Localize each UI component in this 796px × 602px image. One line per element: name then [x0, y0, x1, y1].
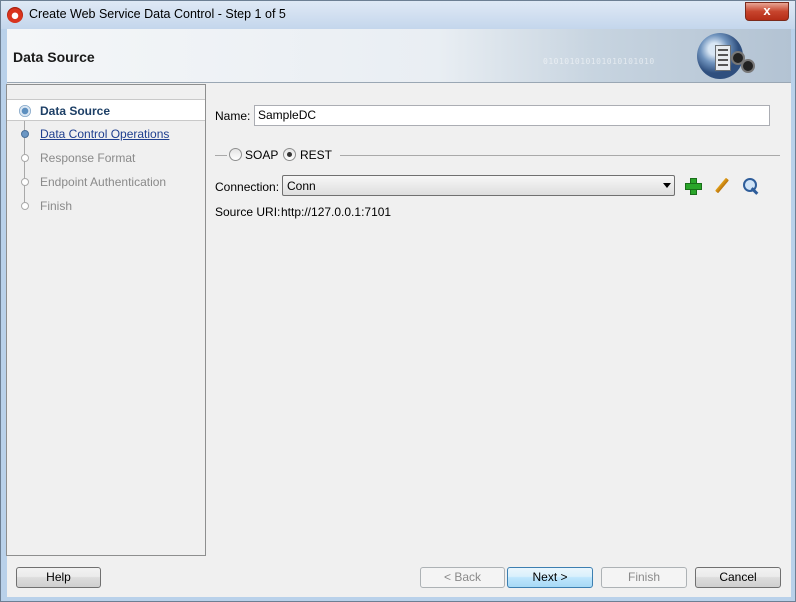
plus-icon[interactable] — [684, 177, 702, 195]
connection-select[interactable]: Conn — [282, 175, 675, 196]
steps-panel: Data Source Data Control Operations Resp… — [6, 84, 206, 556]
step-data-source[interactable]: Data Source — [7, 99, 205, 121]
rest-label[interactable]: REST — [300, 148, 332, 162]
pencil-icon[interactable] — [712, 177, 730, 195]
rest-radio[interactable] — [283, 148, 296, 161]
building-icon — [715, 45, 731, 71]
magnify-icon[interactable] — [742, 177, 760, 195]
protocol-separator — [215, 155, 227, 156]
help-button[interactable]: Help — [16, 567, 101, 588]
step-dot-icon — [21, 154, 29, 162]
protocol-separator — [340, 155, 780, 156]
title-bar[interactable]: Create Web Service Data Control - Step 1… — [1, 1, 795, 29]
name-input[interactable]: SampleDC — [254, 105, 770, 126]
connection-value: Conn — [287, 179, 316, 193]
step-response-format: Response Format — [7, 147, 205, 169]
wizard-header: Data Source 010101010101010101010 — [7, 29, 791, 83]
cancel-button[interactable]: Cancel — [695, 567, 781, 588]
step-finish: Finish — [7, 195, 205, 217]
finish-button[interactable]: Finish — [601, 567, 687, 588]
dialog-window: Create Web Service Data Control - Step 1… — [0, 0, 796, 602]
step-label: Data Control Operations — [40, 127, 170, 141]
step-label: Endpoint Authentication — [40, 175, 167, 189]
soap-radio[interactable] — [229, 148, 242, 161]
step-data-control-operations[interactable]: Data Control Operations — [7, 123, 205, 145]
close-button[interactable]: x — [745, 2, 789, 21]
step-dot-icon — [21, 178, 29, 186]
step-label: Response Format — [40, 151, 136, 165]
step-dot-icon — [21, 202, 29, 210]
dialog-client: Data Source 010101010101010101010 Data S… — [6, 29, 791, 597]
wizard-content: Data Source Data Control Operations Resp… — [6, 84, 791, 564]
page-title: Data Source — [13, 49, 95, 65]
source-uri-value: http://127.0.0.1:7101 — [281, 205, 392, 219]
step-label: Finish — [40, 199, 73, 213]
step-endpoint-authentication: Endpoint Authentication — [7, 171, 205, 193]
data-source-form: Name: SampleDC SOAP REST Connection: Con… — [207, 84, 791, 556]
window-title: Create Web Service Data Control - Step 1… — [29, 7, 286, 21]
soap-label[interactable]: SOAP — [245, 148, 278, 162]
binary-decoration: 010101010101010101010 — [543, 57, 655, 66]
current-step-icon — [19, 105, 31, 117]
connection-label: Connection: — [215, 180, 280, 194]
app-icon — [7, 7, 23, 23]
next-button[interactable]: Next > — [507, 567, 593, 588]
step-label: Data Source — [40, 104, 111, 118]
name-label: Name: — [215, 109, 251, 123]
source-uri-label: Source URI: — [215, 205, 281, 219]
reel-icon — [741, 59, 755, 73]
chevron-down-icon — [663, 183, 671, 188]
step-dot-icon — [21, 130, 29, 138]
back-button[interactable]: < Back — [420, 567, 505, 588]
